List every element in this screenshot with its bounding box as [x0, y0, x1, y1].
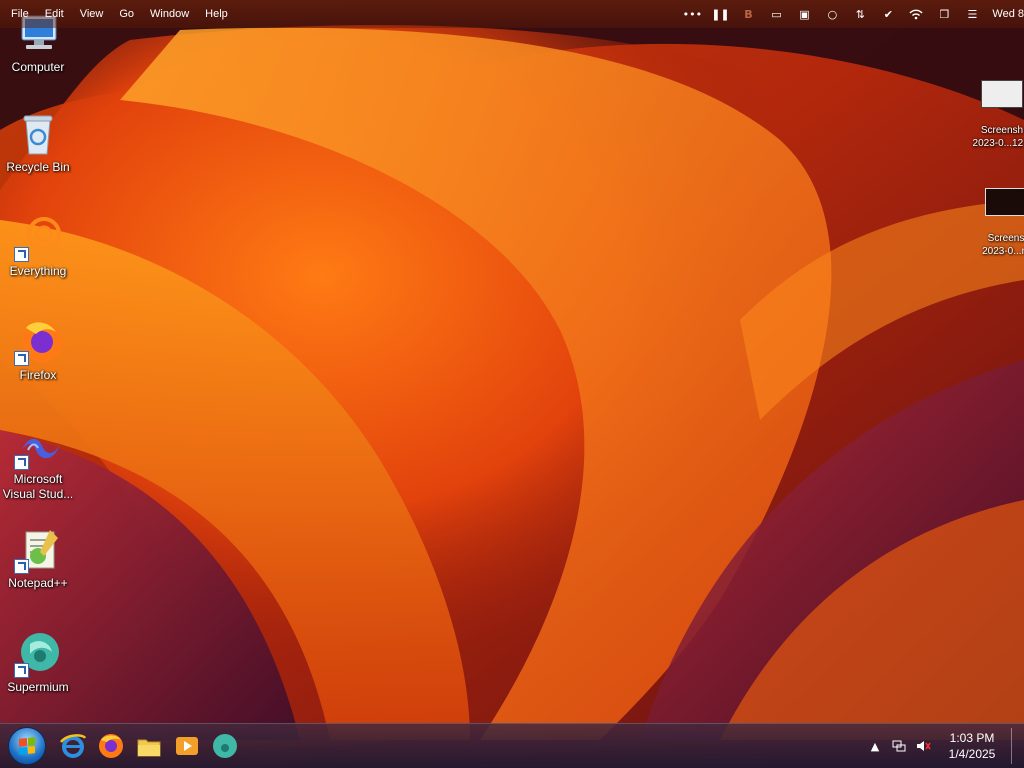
firefox-icon: [99, 734, 123, 758]
circle-icon[interactable]: ○: [825, 7, 839, 21]
menubar-clock[interactable]: Wed 8: [992, 8, 1024, 20]
wifi-icon[interactable]: [909, 7, 923, 21]
media-player-icon: [176, 737, 198, 755]
show-desktop-button[interactable]: [1011, 728, 1024, 764]
start-button[interactable]: [8, 727, 46, 765]
menu-file[interactable]: File: [11, 8, 29, 20]
taskbar: ▲ 1:03 PM 1/4/2025: [0, 723, 1024, 768]
taskbar-media-player[interactable]: [172, 731, 202, 761]
shortcut-arrow-icon: [14, 559, 29, 574]
desktop-icon-label: Microsoft Visual Stud...: [2, 472, 74, 501]
notepad-plus-plus-icon: [14, 526, 62, 574]
calendar-icon[interactable]: ▣: [797, 7, 811, 21]
window-icon[interactable]: ❐: [937, 7, 951, 21]
menu-window[interactable]: Window: [150, 8, 189, 20]
desktop-icon-label: Firefox: [19, 368, 57, 382]
clock-date: 1/4/2025: [948, 747, 996, 761]
visual-studio-icon: [14, 422, 62, 470]
supermium-icon: [14, 630, 62, 678]
file-label-line1: Screensh: [980, 125, 1024, 136]
screenshot-thumbnail: [985, 188, 1024, 216]
taskbar-clock[interactable]: 1:03 PM 1/4/2025: [941, 730, 1003, 762]
desktop-icon-firefox[interactable]: Firefox: [0, 318, 76, 383]
bold-b-icon[interactable]: B: [741, 7, 755, 21]
internet-explorer-icon: [60, 734, 87, 758]
desktop-icon-label: Notepad++: [8, 576, 68, 590]
system-tray: ▲ 1:03 PM 1/4/2025: [863, 724, 1024, 768]
desktop-icon-visual-studio[interactable]: Microsoft Visual Stud...: [0, 422, 76, 502]
menu-edit[interactable]: Edit: [45, 8, 64, 20]
desktop-file-screenshot-2[interactable]: Screens 2023-0...m: [966, 188, 1024, 258]
desktop-wallpaper: [0, 0, 1024, 768]
desktop-icon-label: Supermium: [7, 680, 69, 694]
desktop-icon-everything[interactable]: Everything: [0, 214, 76, 279]
desktop-icon-supermium[interactable]: Supermium: [0, 630, 76, 695]
menubar-menus: File Edit View Go Window Help: [0, 8, 244, 20]
recycle-bin-icon: [14, 110, 62, 158]
menu-view[interactable]: View: [80, 8, 104, 20]
top-menubar: File Edit View Go Window Help ••• ❚❚ B ▭…: [0, 0, 1024, 28]
desktop-icon-label: Everything: [9, 264, 67, 278]
desktop-file-screenshot-1[interactable]: Screensh 2023-0...12 p: [962, 80, 1024, 150]
windows-logo-icon: [19, 737, 35, 755]
shortcut-arrow-icon: [14, 351, 29, 366]
shortcut-arrow-icon: [14, 247, 29, 262]
volume-muted-icon[interactable]: [914, 737, 932, 755]
screenshot-thumbnail: [981, 80, 1023, 108]
desktop-icon-label: Computer: [11, 60, 65, 74]
shortcut-arrow-icon: [14, 663, 29, 678]
card-icon[interactable]: ▭: [769, 7, 783, 21]
menu-go[interactable]: Go: [119, 8, 134, 20]
firefox-icon: [14, 318, 62, 366]
taskbar-supermium[interactable]: [210, 731, 240, 761]
more-icon[interactable]: •••: [683, 7, 702, 21]
supermium-icon: [213, 734, 237, 758]
file-label-line2: 2023-0...12 p: [972, 138, 1024, 149]
shortcut-arrow-icon: [14, 455, 29, 470]
network-activity-icon[interactable]: ⇅: [853, 7, 867, 21]
desktop-icon-label: Recycle Bin: [6, 160, 70, 174]
file-label-line1: Screens: [987, 233, 1024, 244]
file-label-line2: 2023-0...m: [982, 246, 1024, 257]
taskbar-firefox[interactable]: [96, 731, 126, 761]
file-explorer-icon: [137, 739, 161, 757]
everything-search-icon: [14, 214, 62, 262]
control-center-icon[interactable]: ☰: [965, 7, 979, 21]
show-hidden-icons-arrow[interactable]: ▲: [866, 737, 884, 755]
network-icon[interactable]: [890, 737, 908, 755]
taskbar-file-explorer[interactable]: [134, 731, 164, 761]
desktop-icon-notepad-plus-plus[interactable]: Notepad++: [0, 526, 76, 591]
taskbar-internet-explorer[interactable]: [58, 731, 88, 761]
menu-help[interactable]: Help: [205, 8, 228, 20]
menubar-status-area: ••• ❚❚ B ▭ ▣ ○ ⇅ ✔ ❐ ☰ Wed 8: [678, 0, 1024, 28]
clock-time: 1:03 PM: [949, 731, 995, 745]
shield-check-icon[interactable]: ✔: [881, 7, 895, 21]
pause-icon[interactable]: ❚❚: [711, 7, 729, 21]
desktop-icon-recycle-bin[interactable]: Recycle Bin: [0, 110, 76, 175]
